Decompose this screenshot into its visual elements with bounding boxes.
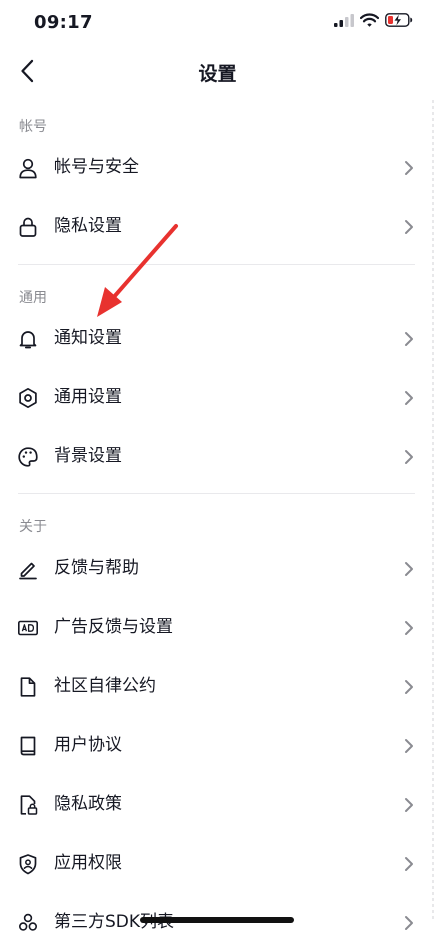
page-title: 设置 (198, 63, 237, 85)
menu-item-label: 应用权限 (54, 853, 122, 873)
menu-item-label: 帐号与安全 (54, 157, 139, 177)
battery-charging-icon (385, 13, 413, 27)
menu-item-general-settings[interactable]: 通用设置 (0, 369, 435, 427)
chevron-right-icon (405, 450, 413, 464)
scrollbar[interactable] (431, 100, 435, 920)
chevron-right-icon (405, 680, 413, 694)
menu-item-community-rules[interactable]: 社区自律公约 (0, 658, 435, 716)
status-bar: 09:17 (0, 0, 435, 46)
chevron-right-icon (405, 161, 413, 175)
menu-item-label: 社区自律公约 (54, 676, 156, 696)
cellular-signal-icon (334, 14, 354, 27)
menu-item-label: 用户协议 (54, 735, 122, 755)
status-time: 09:17 (34, 12, 93, 33)
menu-item-account-security[interactable]: 帐号与安全 (0, 139, 435, 197)
book-icon (16, 734, 40, 758)
gear-icon (16, 386, 40, 410)
menu-item-privacy-settings[interactable]: 隐私设置 (0, 198, 435, 256)
navigation-bar: 设置 (0, 46, 435, 96)
menu-item-ad-feedback[interactable]: 广告反馈与设置 (0, 599, 435, 657)
chevron-right-icon (405, 332, 413, 346)
chevron-right-icon (405, 857, 413, 871)
chevron-right-icon (405, 739, 413, 753)
menu-item-feedback-help[interactable]: 反馈与帮助 (0, 540, 435, 598)
chevron-right-icon (405, 220, 413, 234)
chevron-right-icon (405, 391, 413, 405)
menu-item-privacy-policy[interactable]: 隐私政策 (0, 776, 435, 834)
pencil-icon (16, 557, 40, 581)
menu-item-background-settings[interactable]: 背景设置 (0, 428, 435, 486)
menu-item-label: 反馈与帮助 (54, 558, 139, 578)
menu-item-user-agreement[interactable]: 用户协议 (0, 717, 435, 775)
menu-item-label: 广告反馈与设置 (54, 617, 173, 637)
ad-icon (16, 616, 40, 640)
menu-item-label: 通知设置 (54, 328, 122, 348)
locked-document-icon (16, 793, 40, 817)
user-icon (16, 156, 40, 180)
shield-icon (16, 852, 40, 876)
chevron-right-icon (405, 562, 413, 576)
chevron-right-icon (405, 798, 413, 812)
section-label-account: 帐号 (19, 119, 47, 135)
section-label-general: 通用 (19, 290, 47, 306)
menu-item-third-party-sdk[interactable]: 第三方SDK列表 (0, 894, 435, 952)
status-icons (334, 13, 413, 27)
section-divider (18, 264, 415, 265)
section-label-about: 关于 (19, 519, 47, 535)
section-divider (18, 493, 415, 494)
palette-icon (16, 445, 40, 469)
menu-item-label: 隐私设置 (54, 216, 122, 236)
menu-item-app-permissions[interactable]: 应用权限 (0, 835, 435, 893)
menu-item-label: 隐私政策 (54, 794, 122, 814)
menu-item-label: 背景设置 (54, 446, 122, 466)
chevron-right-icon (405, 916, 413, 930)
chevron-right-icon (405, 621, 413, 635)
document-icon (16, 675, 40, 699)
menu-item-label: 通用设置 (54, 387, 122, 407)
wifi-icon (360, 13, 379, 27)
cubes-icon (16, 911, 40, 935)
menu-item-notification-settings[interactable]: 通知设置 (0, 310, 435, 368)
home-indicator (140, 917, 294, 923)
bell-icon (16, 327, 40, 351)
lock-icon (16, 215, 40, 239)
